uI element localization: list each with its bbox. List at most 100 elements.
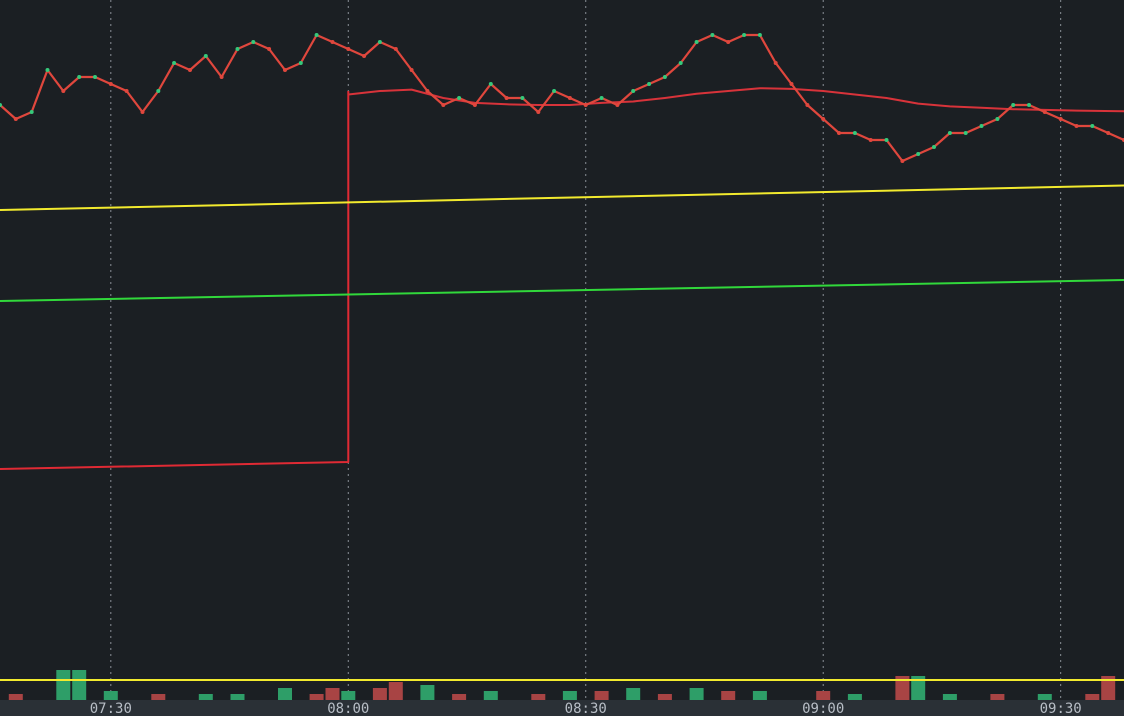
price-point	[678, 61, 683, 65]
price-point	[837, 131, 841, 135]
tick-label: 09:00	[802, 701, 844, 716]
price-point	[726, 40, 731, 44]
price-point	[314, 33, 319, 37]
price-point	[504, 96, 509, 100]
volume-bar	[483, 691, 498, 700]
tick-label: 07:30	[90, 701, 132, 716]
price-point	[662, 75, 667, 79]
price-point	[108, 82, 113, 86]
price-point	[647, 82, 652, 86]
price-point	[757, 33, 762, 37]
price-point	[409, 68, 414, 72]
volume-bar	[278, 688, 292, 700]
volume-bar	[847, 694, 862, 700]
volume-bar	[657, 694, 672, 700]
tick-label: 09:30	[1040, 701, 1082, 716]
price-point	[583, 103, 588, 107]
price-point	[1058, 117, 1063, 121]
price-point	[172, 61, 177, 65]
volume-bar	[562, 691, 577, 700]
volume-bar	[452, 694, 467, 700]
price-point	[947, 131, 952, 135]
price-point	[852, 131, 857, 135]
price-point	[93, 75, 97, 79]
price-point	[488, 82, 493, 86]
price-point	[61, 89, 66, 93]
volume-bar	[990, 694, 1005, 700]
tick-label: 08:00	[327, 701, 369, 716]
price-point	[615, 103, 620, 107]
price-point	[1011, 103, 1016, 107]
price-point	[235, 47, 240, 51]
volume-bar	[8, 694, 23, 700]
volume-bar	[689, 688, 704, 700]
price-point	[932, 145, 936, 149]
price-point	[552, 89, 557, 93]
volume-bar	[531, 694, 546, 700]
volume-bar	[103, 691, 118, 700]
price-point	[868, 138, 873, 142]
volume-bar	[1085, 694, 1100, 700]
price-point	[267, 47, 272, 51]
volume-bar	[388, 682, 403, 700]
price-point	[45, 68, 50, 72]
price-point	[789, 82, 794, 86]
price-point	[520, 96, 525, 100]
price-point	[1090, 124, 1095, 128]
volume-bar	[594, 691, 609, 700]
volume-bar	[56, 670, 71, 700]
price-point	[29, 110, 34, 114]
volume-bar	[752, 691, 767, 700]
volume-bar	[942, 694, 957, 700]
price-point	[346, 47, 351, 51]
volume-bar	[341, 691, 356, 700]
price-point	[457, 96, 462, 100]
volume-bar	[816, 691, 831, 700]
price-point	[536, 110, 541, 114]
price-point	[995, 117, 1000, 121]
price-point	[441, 103, 446, 107]
price-point	[963, 131, 968, 135]
price-point	[884, 138, 889, 142]
price-point	[1074, 124, 1079, 128]
price-point	[916, 152, 921, 156]
price-point	[393, 47, 398, 51]
price-point	[979, 124, 984, 128]
price-point	[362, 54, 367, 58]
price-point	[77, 75, 82, 79]
price-point	[188, 68, 192, 72]
volume-bar	[1037, 694, 1052, 700]
volume-bar	[230, 694, 245, 700]
price-point	[124, 89, 129, 93]
price-point	[472, 103, 477, 107]
volume-bar	[198, 694, 213, 700]
volume-bar	[309, 694, 324, 700]
price-point	[1042, 110, 1047, 114]
price-point	[805, 103, 810, 107]
price-point	[631, 89, 636, 93]
price-point	[251, 40, 256, 44]
price-point	[203, 54, 208, 58]
price-point	[13, 117, 18, 121]
price-chart[interactable]: 07:30 08:00 08:30 09:00 09:30	[0, 0, 1124, 716]
price-point	[821, 117, 826, 121]
volume-bar	[372, 688, 387, 700]
volume-bar	[721, 691, 736, 700]
time-axis-bar	[0, 700, 1124, 716]
volume-bar	[325, 688, 340, 700]
price-point	[567, 96, 572, 100]
price-point	[773, 61, 778, 65]
price-point	[219, 75, 224, 79]
price-point	[900, 159, 905, 163]
price-point	[377, 40, 382, 44]
price-point	[298, 61, 303, 65]
volume-bar	[151, 694, 166, 700]
price-point	[425, 89, 430, 93]
volume-bar	[626, 688, 641, 700]
volume-bar	[420, 685, 435, 700]
volume-bar	[72, 670, 87, 700]
price-point	[140, 110, 145, 114]
tick-label: 08:30	[565, 701, 607, 716]
price-point	[710, 33, 715, 37]
price-point	[694, 40, 699, 44]
